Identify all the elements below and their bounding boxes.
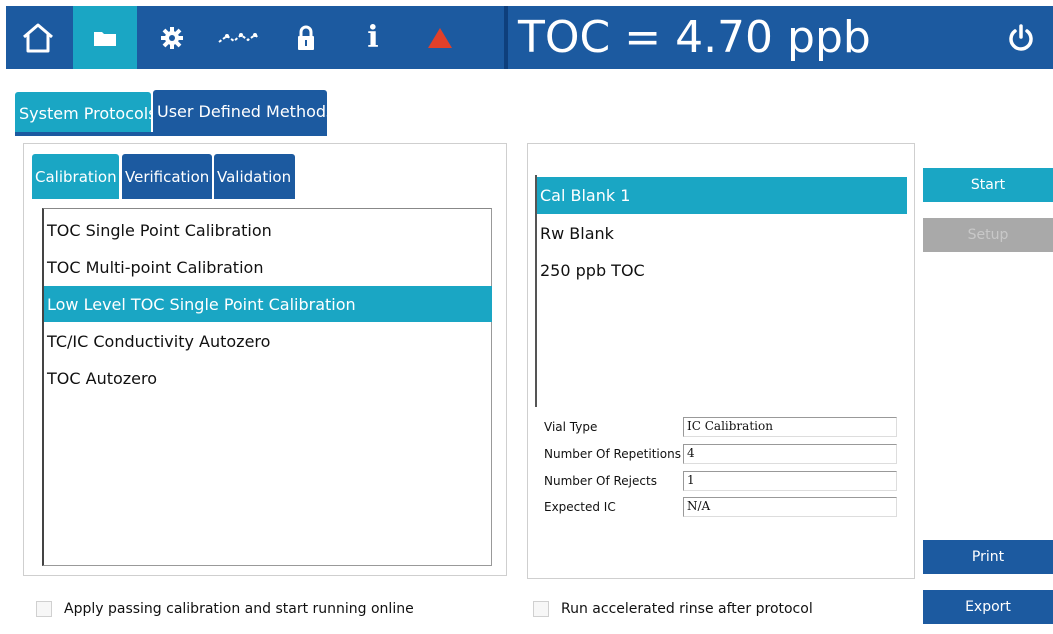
files-button[interactable] <box>73 6 137 69</box>
lock-icon <box>296 24 316 52</box>
tab-validation[interactable]: Validation <box>214 154 295 199</box>
list-item[interactable]: TOC Multi-point Calibration <box>44 249 492 285</box>
alarm-button[interactable] <box>408 6 472 69</box>
print-button[interactable]: Print <box>923 540 1053 574</box>
gear-icon <box>160 26 184 50</box>
home-icon <box>21 22 55 54</box>
vial-type-label: Vial Type <box>544 420 598 434</box>
apply-calibration-option: Apply passing calibration and start runn… <box>36 601 414 617</box>
apply-calibration-label: Apply passing calibration and start runn… <box>64 601 414 617</box>
top-bar: i TOC = 4.70 ppb <box>6 6 1053 69</box>
trends-button[interactable] <box>207 6 271 69</box>
info-icon: i <box>367 19 379 55</box>
toc-readout: TOC = 4.70 ppb <box>518 12 871 63</box>
start-button[interactable]: Start <box>923 168 1053 202</box>
lock-button[interactable] <box>274 6 338 69</box>
list-item[interactable]: TOC Single Point Calibration <box>44 212 492 248</box>
home-button[interactable] <box>6 6 70 69</box>
info-button[interactable]: i <box>341 6 405 69</box>
vial-type-field[interactable]: IC Calibration <box>683 417 897 437</box>
list-item[interactable]: TC/IC Conductivity Autozero <box>44 323 492 359</box>
apply-calibration-checkbox[interactable] <box>36 601 52 617</box>
tab-verification[interactable]: Verification <box>122 154 212 199</box>
setup-button[interactable]: Setup <box>923 218 1053 252</box>
accelerated-rinse-label: Run accelerated rinse after protocol <box>561 601 813 617</box>
power-icon <box>1006 23 1036 53</box>
rejects-label: Number Of Rejects <box>544 474 657 488</box>
step-item-selected[interactable]: Cal Blank 1 <box>537 177 907 214</box>
repetitions-field[interactable]: 4 <box>683 444 897 464</box>
repetitions-label: Number Of Repetitions <box>544 447 681 461</box>
folder-icon <box>93 29 117 47</box>
topbar-divider <box>504 6 508 69</box>
tab-system-protocols[interactable]: System Protocols <box>15 92 157 134</box>
rejects-field[interactable]: 1 <box>683 471 897 491</box>
tab-underline <box>15 132 327 136</box>
trend-icon <box>217 29 261 47</box>
list-item-selected[interactable]: Low Level TOC Single Point Calibration <box>44 286 492 322</box>
expected-ic-field[interactable]: N/A <box>683 497 897 517</box>
power-button[interactable] <box>989 6 1053 69</box>
list-item[interactable]: TOC Autozero <box>44 360 492 396</box>
tab-user-defined-methods[interactable]: User Defined Methods <box>153 90 334 132</box>
protocol-list[interactable]: TOC Single Point Calibration TOC Multi-p… <box>42 208 492 566</box>
warning-triangle-icon <box>427 27 453 49</box>
accelerated-rinse-option: Run accelerated rinse after protocol <box>533 601 813 617</box>
step-item[interactable]: Rw Blank <box>537 215 907 252</box>
export-button[interactable]: Export <box>923 590 1053 624</box>
step-list[interactable]: Cal Blank 1 Rw Blank 250 ppb TOC <box>535 175 907 407</box>
tab-calibration[interactable]: Calibration <box>32 154 119 199</box>
settings-button[interactable] <box>140 6 204 69</box>
step-item[interactable]: 250 ppb TOC <box>537 252 907 289</box>
accelerated-rinse-checkbox[interactable] <box>533 601 549 617</box>
expected-ic-label: Expected IC <box>544 500 616 514</box>
